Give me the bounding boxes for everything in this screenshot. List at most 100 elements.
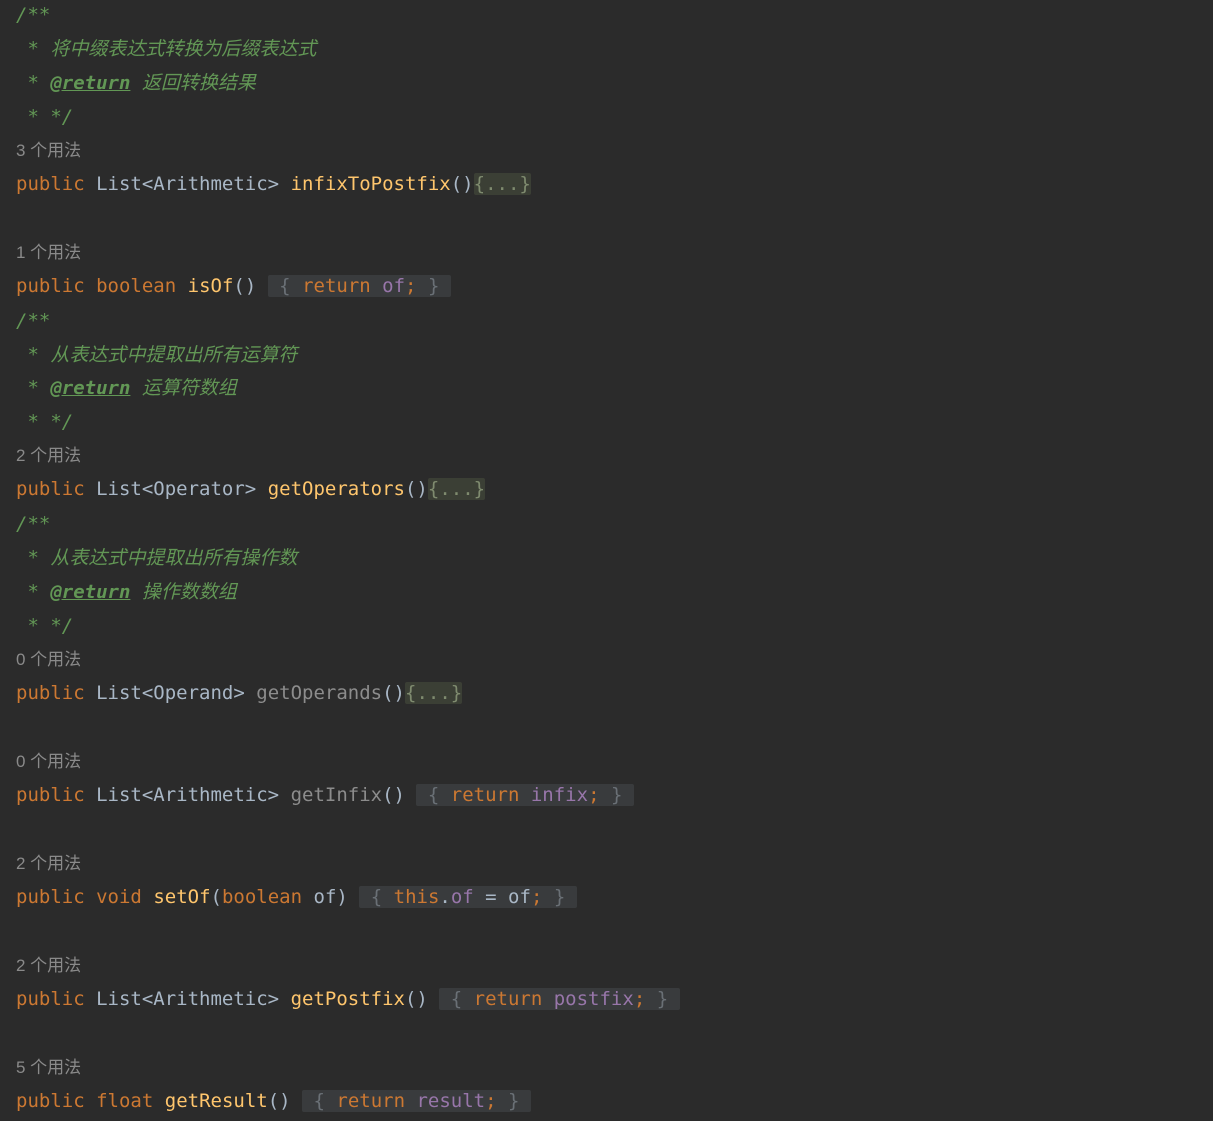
usage-hint-text[interactable]: 2 个用法 xyxy=(16,854,81,873)
collapsed-body[interactable]: { this.of = of; } xyxy=(359,886,577,908)
javadoc-return-desc: 运算符数组 xyxy=(141,377,237,399)
usage-hint[interactable]: 2 个用法 xyxy=(16,441,81,471)
javadoc-close-text: * */ xyxy=(27,615,74,637)
parens: () xyxy=(233,275,257,297)
method-name[interactable]: setOf xyxy=(153,886,210,908)
collapsed-body[interactable]: { return postfix; } xyxy=(439,988,680,1010)
usage-hint[interactable]: 2 个用法 xyxy=(16,951,81,981)
semicolon: ; xyxy=(530,886,543,908)
parens: () xyxy=(404,478,428,500)
method-getOperands[interactable]: public List<Operand> getOperands(){...} xyxy=(16,678,463,708)
open-paren: ( xyxy=(210,886,222,908)
return-type: List<Arithmetic> xyxy=(96,173,280,195)
folded-region[interactable]: {...} xyxy=(405,682,463,704)
return-type: List<Arithmetic> xyxy=(96,784,280,806)
method-setOf[interactable]: public void setOf(boolean of) { this.of … xyxy=(16,882,577,912)
javadoc-return-tag[interactable]: @return xyxy=(50,377,130,399)
usage-hint[interactable]: 2 个用法 xyxy=(16,849,81,879)
method-name[interactable]: getResult xyxy=(165,1090,268,1112)
usage-hint-text[interactable]: 0 个用法 xyxy=(16,752,81,771)
usage-hint[interactable]: 0 个用法 xyxy=(16,645,81,675)
javadoc-open-text: /** xyxy=(16,4,51,26)
open-brace: { xyxy=(302,1090,337,1112)
usage-hint-text[interactable]: 5 个用法 xyxy=(16,1058,81,1077)
return-type: List<Operand> xyxy=(96,682,245,704)
usage-hint[interactable]: 5 个用法 xyxy=(16,1053,81,1083)
open-brace: { xyxy=(416,784,451,806)
usage-hint[interactable]: 3 个用法 xyxy=(16,136,81,166)
field-ref[interactable]: of xyxy=(451,886,474,908)
parens: () xyxy=(267,1090,291,1112)
usage-hint[interactable]: 0 个用法 xyxy=(16,747,81,777)
return-type: void xyxy=(96,886,142,908)
javadoc-return: * @return 运算符数组 xyxy=(16,377,237,399)
modifier: public xyxy=(16,784,85,806)
collapsed-body[interactable]: { return of; } xyxy=(267,275,451,297)
open-brace: { xyxy=(359,886,394,908)
usage-hint-text[interactable]: 3 个用法 xyxy=(16,141,81,160)
javadoc-open-text: /** xyxy=(16,310,51,332)
assignment: = of xyxy=(473,886,531,908)
usage-hint[interactable]: 1 个用法 xyxy=(16,238,81,268)
return-keyword: return xyxy=(450,784,520,806)
method-getResult[interactable]: public float getResult() { return result… xyxy=(16,1086,531,1116)
method-getOperators[interactable]: public List<Operator> getOperators(){...… xyxy=(16,474,486,504)
semicolon: ; xyxy=(485,1090,497,1112)
collapsed-body[interactable]: { return result; } xyxy=(302,1090,531,1112)
method-getInfix[interactable]: public List<Arithmetic> getInfix() { ret… xyxy=(16,780,634,810)
folded-region[interactable]: {...} xyxy=(427,478,486,500)
javadoc-close: * */ xyxy=(16,102,73,132)
method-infixToPostfix[interactable]: public List<Arithmetic> infixToPostfix()… xyxy=(16,169,531,199)
javadoc-close-text: * */ xyxy=(27,411,74,433)
javadoc-desc-text: 从表达式中提取出所有运算符 xyxy=(50,344,298,366)
collapsed-body[interactable]: { return infix; } xyxy=(416,784,634,806)
javadoc-desc: * 从表达式中提取出所有操作数 xyxy=(16,547,298,569)
javadoc-open-text: /** xyxy=(16,513,51,535)
field-ref[interactable]: of xyxy=(382,275,405,297)
semicolon: ; xyxy=(588,784,600,806)
method-isOf[interactable]: public boolean isOf() { return of; } xyxy=(16,271,451,301)
field-ref[interactable]: result xyxy=(416,1090,485,1112)
field-ref[interactable]: postfix xyxy=(554,988,634,1010)
javadoc-return-tag[interactable]: @return xyxy=(50,581,130,603)
folded-region[interactable]: {...} xyxy=(473,173,531,195)
usage-hint-text[interactable]: 1 个用法 xyxy=(16,243,81,262)
modifier: public xyxy=(16,173,85,195)
javadoc-desc-text: 将中缀表达式转换为后缀表达式 xyxy=(50,38,317,60)
return-keyword: return xyxy=(302,275,371,297)
javadoc-return-desc: 返回转换结果 xyxy=(141,72,256,94)
javadoc-return-tag[interactable]: @return xyxy=(50,72,130,94)
javadoc-open: /** xyxy=(16,306,50,336)
return-type: boolean xyxy=(96,275,177,297)
close-brace: } xyxy=(542,886,577,908)
javadoc-desc: * 将中缀表达式转换为后缀表达式 xyxy=(16,38,317,60)
method-name[interactable]: getPostfix xyxy=(291,988,405,1010)
code-editor[interactable]: /** * 将中缀表达式转换为后缀表达式 * @return 返回转换结果 * … xyxy=(0,0,1213,1121)
dot: . xyxy=(439,886,451,908)
close-brace: } xyxy=(645,988,680,1010)
method-name[interactable]: infixToPostfix xyxy=(291,173,451,195)
modifier: public xyxy=(16,682,85,704)
javadoc-return: * @return 操作数数组 xyxy=(16,581,237,603)
usage-hint-text[interactable]: 2 个用法 xyxy=(16,956,81,975)
close-brace: } xyxy=(496,1090,531,1112)
method-name[interactable]: isOf xyxy=(188,275,234,297)
semicolon: ; xyxy=(633,988,646,1010)
javadoc-return: * @return 返回转换结果 xyxy=(16,72,256,94)
method-getPostfix[interactable]: public List<Arithmetic> getPostfix() { r… xyxy=(16,984,680,1014)
semicolon: ; xyxy=(405,275,417,297)
return-type: List<Arithmetic> xyxy=(96,988,280,1010)
method-name[interactable]: getInfix xyxy=(291,784,383,806)
modifier: public xyxy=(16,478,85,500)
return-keyword: return xyxy=(473,988,543,1010)
field-ref[interactable]: infix xyxy=(531,784,588,806)
usage-hint-text[interactable]: 2 个用法 xyxy=(16,446,81,465)
method-name[interactable]: getOperands xyxy=(256,682,382,704)
parens: () xyxy=(382,682,405,704)
javadoc-desc: * 从表达式中提取出所有运算符 xyxy=(16,344,298,366)
method-name[interactable]: getOperators xyxy=(268,478,405,500)
javadoc-open: /** xyxy=(16,509,50,539)
usage-hint-text[interactable]: 0 个用法 xyxy=(16,650,81,669)
javadoc-open: /** xyxy=(16,0,50,30)
param-name[interactable]: of xyxy=(314,886,337,908)
